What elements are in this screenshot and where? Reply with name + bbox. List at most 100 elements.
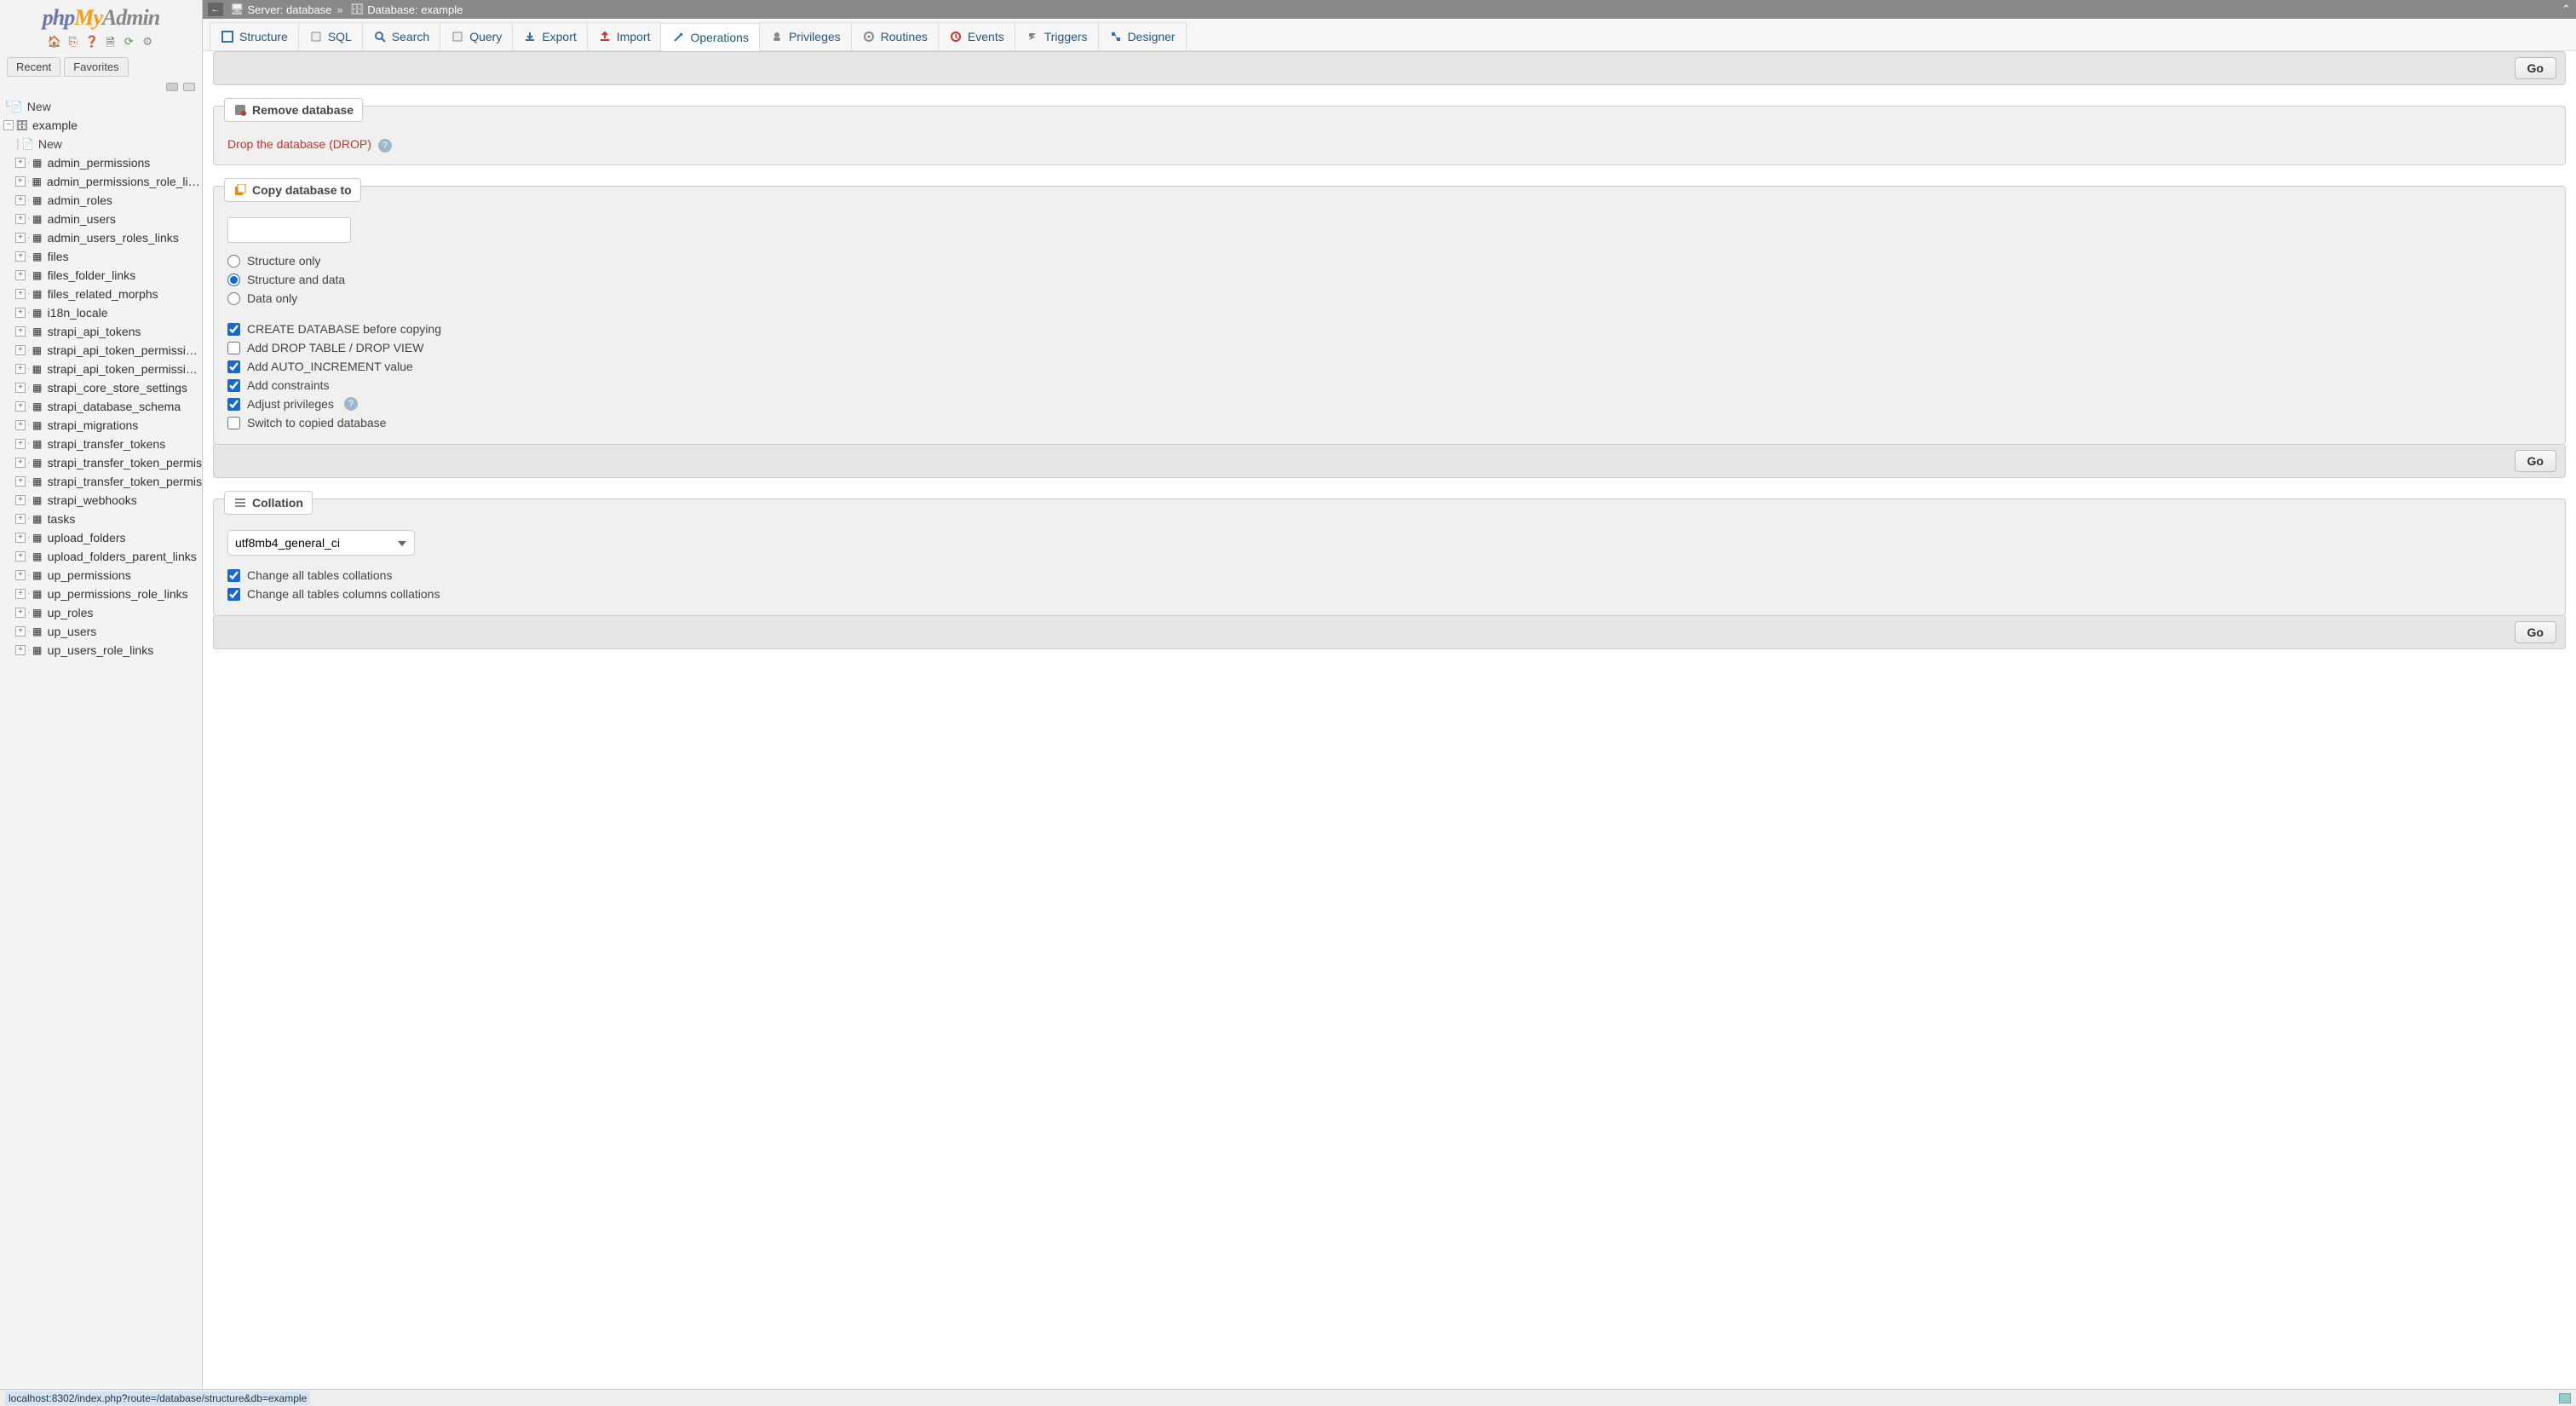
breadcrumb-server-value[interactable]: database: [286, 3, 332, 16]
link-icon[interactable]: [183, 83, 195, 91]
copy-target-name-input[interactable]: [227, 217, 351, 243]
expand-icon[interactable]: +: [15, 514, 26, 524]
expand-icon[interactable]: +: [15, 401, 26, 412]
expand-icon[interactable]: +: [15, 364, 26, 374]
expand-icon[interactable]: +: [15, 195, 26, 205]
tree-table-row[interactable]: +·▦up_users: [3, 622, 202, 641]
check-switch-db[interactable]: [227, 417, 240, 429]
expand-icon[interactable]: +: [15, 589, 26, 599]
tree-table-row[interactable]: +·▦tasks: [3, 510, 202, 528]
tree-table-row[interactable]: +·▦files_folder_links: [3, 266, 202, 285]
drop-database-link[interactable]: Drop the database (DROP): [227, 137, 371, 151]
expand-icon[interactable]: +: [15, 308, 26, 318]
go-button-copy[interactable]: Go: [2515, 450, 2556, 472]
tree-table-row[interactable]: +·▦admin_users_roles_links: [3, 228, 202, 247]
check-adjust-privileges-label[interactable]: Adjust privileges: [247, 397, 334, 411]
tree-table-row[interactable]: +·▦up_users_role_links: [3, 641, 202, 660]
tree-table-row[interactable]: +·▦strapi_transfer_token_permis: [3, 453, 202, 472]
expand-icon[interactable]: +: [15, 551, 26, 562]
check-drop-table-label[interactable]: Add DROP TABLE / DROP VIEW: [247, 341, 423, 354]
tree-table-row[interactable]: +·▦strapi_migrations: [3, 416, 202, 435]
tree-table-row[interactable]: +·▦files_related_morphs: [3, 285, 202, 303]
drop-help-icon[interactable]: ?: [378, 139, 392, 153]
check-constraints[interactable]: [227, 379, 240, 392]
check-change-columns-collations[interactable]: [227, 588, 240, 601]
expand-icon[interactable]: +: [15, 326, 26, 337]
check-create-db-label[interactable]: CREATE DATABASE before copying: [247, 322, 441, 336]
check-constraints-label[interactable]: Add constraints: [247, 378, 330, 392]
expand-icon[interactable]: +: [15, 158, 26, 168]
check-create-db[interactable]: [227, 323, 240, 336]
breadcrumb-db-value[interactable]: example: [421, 3, 463, 16]
expand-icon[interactable]: +: [15, 420, 26, 430]
expand-icon[interactable]: +: [15, 251, 26, 262]
expand-icon[interactable]: +: [15, 495, 26, 505]
check-drop-table[interactable]: [227, 342, 240, 354]
tab-operations[interactable]: Operations: [660, 23, 759, 51]
tab-privileges[interactable]: Privileges: [759, 22, 852, 50]
tree-table-row[interactable]: +·▦strapi_transfer_token_permis: [3, 472, 202, 491]
radio-data-only-label[interactable]: Data only: [247, 291, 297, 305]
expand-icon[interactable]: +: [15, 289, 26, 299]
tab-import[interactable]: Import: [587, 22, 662, 50]
tab-query[interactable]: Query: [440, 22, 513, 50]
expand-icon[interactable]: +: [15, 626, 26, 637]
go-button-top[interactable]: Go: [2515, 57, 2556, 79]
tree-table-row[interactable]: +·▦strapi_api_token_permissions: [3, 341, 202, 360]
tree-table-row[interactable]: +·▦up_permissions_role_links: [3, 585, 202, 603]
collapse-icon[interactable]: [166, 83, 178, 91]
tree-table-row[interactable]: +·▦files: [3, 247, 202, 266]
check-auto-increment-label[interactable]: Add AUTO_INCREMENT value: [247, 360, 413, 373]
tree-table-row[interactable]: +·▦up_roles: [3, 603, 202, 622]
recent-tab[interactable]: Recent: [7, 57, 60, 77]
expand-icon[interactable]: +: [15, 533, 26, 543]
check-switch-db-label[interactable]: Switch to copied database: [247, 416, 386, 429]
tab-sql[interactable]: SQL: [298, 22, 363, 50]
tree-table-row[interactable]: +·▦admin_permissions_role_links: [3, 172, 202, 191]
tree-table-row[interactable]: +·▦strapi_webhooks: [3, 491, 202, 510]
tab-triggers[interactable]: Triggers: [1015, 22, 1099, 50]
breadcrumb-back-icon[interactable]: ←: [208, 3, 223, 16]
expand-icon[interactable]: +: [15, 439, 26, 449]
tree-table-row[interactable]: +·▦admin_roles: [3, 191, 202, 210]
check-change-tables-collations[interactable]: [227, 569, 240, 582]
expand-icon[interactable]: +: [15, 476, 26, 487]
exit-icon[interactable]: ⎘: [66, 35, 80, 49]
radio-structure-and-data[interactable]: [227, 274, 240, 286]
go-button-collation[interactable]: Go: [2515, 621, 2556, 643]
tree-table-row[interactable]: +·▦up_permissions: [3, 566, 202, 585]
expand-icon[interactable]: +: [15, 176, 26, 187]
expand-icon[interactable]: +: [15, 270, 26, 280]
check-change-tables-collations-label[interactable]: Change all tables collations: [247, 568, 392, 582]
tab-designer[interactable]: Designer: [1098, 22, 1187, 50]
check-auto-increment[interactable]: [227, 360, 240, 373]
tree-new-root[interactable]: └ 📄 New: [3, 97, 202, 116]
tree-table-row[interactable]: +·▦strapi_api_token_permissions: [3, 360, 202, 378]
tree-table-row[interactable]: +·▦strapi_core_store_settings: [3, 378, 202, 397]
tree-new-table[interactable]: │ 📄 New: [3, 135, 202, 153]
collapse-db-icon[interactable]: −: [3, 120, 14, 130]
tab-search[interactable]: Search: [362, 22, 440, 50]
tree-table-row[interactable]: +·▦upload_folders: [3, 528, 202, 547]
tree-table-row[interactable]: +·▦strapi_api_tokens: [3, 322, 202, 341]
tab-events[interactable]: Events: [938, 22, 1015, 50]
home-icon[interactable]: 🏠: [48, 35, 61, 49]
expand-icon[interactable]: +: [15, 570, 26, 580]
tab-routines[interactable]: Routines: [851, 22, 939, 50]
tree-table-row[interactable]: +·▦strapi_database_schema: [3, 397, 202, 416]
expand-icon[interactable]: +: [15, 645, 26, 655]
expand-icon[interactable]: +: [15, 345, 26, 355]
tree-table-row[interactable]: +·▦upload_folders_parent_links: [3, 547, 202, 566]
settings-icon[interactable]: ⚙: [141, 35, 154, 49]
expand-icon[interactable]: +: [15, 458, 26, 468]
tree-table-row[interactable]: +·▦strapi_transfer_tokens: [3, 435, 202, 453]
tree-table-row[interactable]: +·▦i18n_locale: [3, 303, 202, 322]
radio-structure-only[interactable]: [227, 255, 240, 268]
collation-select[interactable]: utf8mb4_general_ci: [227, 530, 415, 556]
favorites-tab[interactable]: Favorites: [64, 57, 128, 77]
reload-icon[interactable]: ⟳: [122, 35, 135, 49]
tree-table-row[interactable]: +·▦admin_users: [3, 210, 202, 228]
tree-table-row[interactable]: +·▦admin_permissions: [3, 153, 202, 172]
tree-db-example[interactable]: − 🗄 example: [3, 116, 202, 135]
sql-icon[interactable]: 🗎: [103, 35, 117, 49]
